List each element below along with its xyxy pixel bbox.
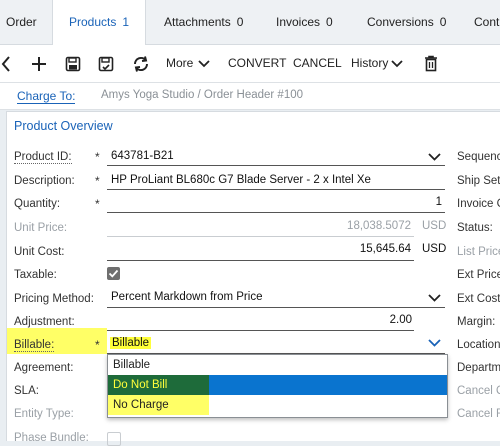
billable-value: Billable (110, 337, 152, 349)
right-label-ext-cost: Ext Cost: (457, 293, 500, 305)
right-label-cancel-quantity: Cancel Q (457, 385, 500, 397)
right-label-invoice-grouping: Invoice G (457, 198, 500, 210)
unit-cost-value: 15,645.64 (359, 243, 411, 255)
product-id-label: Product ID: (14, 151, 72, 164)
charge-to-bar: Charge To: Amys Yoga Studio / Order Head… (0, 83, 500, 110)
unit-cost-label: Unit Cost: (14, 246, 65, 258)
required-mark: * (95, 338, 100, 352)
phase-bundle-label: Phase Bundle: (14, 432, 89, 444)
billable-dropdown: Billable Do Not Bill No Charge (107, 354, 448, 418)
tab-label: Order (6, 15, 37, 29)
pricing-method-label: Pricing Method: (14, 293, 94, 305)
tab-invoices[interactable]: Invoices 0 (276, 0, 333, 44)
tab-contacts[interactable]: Cont (474, 0, 499, 44)
tab-products[interactable]: Products 1 (52, 0, 146, 45)
right-label-margin: Margin: (457, 316, 496, 328)
checkmark-icon (108, 269, 119, 278)
section-title: Product Overview (14, 119, 113, 133)
convert-label: CONVERT (228, 56, 287, 70)
adjustment-value: 2.00 (389, 314, 412, 326)
chevron-down-icon[interactable] (428, 339, 441, 347)
option-label: No Charge (113, 399, 169, 411)
more-label: More (166, 56, 194, 70)
entity-type-label: Entity Type: (14, 408, 74, 420)
toolbar: More CONVERT CANCEL History (0, 45, 500, 83)
quantity-label: Quantity: (14, 198, 61, 210)
chevron-down-icon (198, 60, 210, 68)
plus-icon (32, 57, 46, 71)
tab-conversions[interactable]: Conversions 0 (367, 0, 446, 44)
billable-option-billable[interactable]: Billable (108, 355, 447, 375)
phase-bundle-checkbox (107, 432, 121, 446)
cancel-label: CANCEL (293, 56, 342, 70)
quantity-field[interactable] (107, 194, 445, 213)
tab-order[interactable]: Order (6, 0, 37, 44)
right-label-cancel-reason: Cancel R (457, 408, 500, 420)
chevron-down-icon (391, 60, 403, 68)
tab-label: Conversions (367, 15, 434, 29)
chevron-down-icon[interactable] (428, 153, 441, 161)
right-label-department: Departm (457, 362, 500, 374)
sla-label: SLA: (14, 385, 39, 397)
option-label: Do Not Bill (113, 379, 168, 391)
adjustment-label: Adjustment: (14, 316, 75, 328)
cancel-button[interactable]: CANCEL (293, 45, 342, 82)
more-menu-button[interactable]: More (166, 45, 212, 82)
charge-to-link[interactable]: Charge To: (17, 89, 76, 104)
right-label-ship-set: Ship Set: (457, 175, 500, 187)
pricing-method-value: Percent Markdown from Price (111, 291, 263, 303)
unit-price-label: Unit Price: (14, 222, 68, 234)
history-menu-button[interactable]: History (351, 45, 403, 82)
right-label-location: Location (457, 339, 500, 351)
chevron-down-icon[interactable] (428, 294, 441, 302)
billable-label: Billable: (14, 339, 55, 352)
trash-icon (425, 55, 437, 72)
tab-count: 1 (122, 15, 130, 29)
required-mark: * (95, 197, 100, 211)
adjustment-field[interactable] (107, 312, 414, 331)
required-mark: * (95, 150, 100, 164)
taxable-label: Taxable: (14, 269, 57, 281)
tab-count: 0 (439, 15, 447, 29)
billable-option-do-not-bill[interactable]: Do Not Bill (108, 375, 447, 395)
tab-count: 0 (236, 15, 244, 29)
unit-cost-currency: USD (422, 243, 447, 255)
right-label-sequence: Sequenc (457, 151, 500, 163)
billable-select[interactable] (107, 335, 445, 354)
right-label-list-price: List Price (457, 246, 500, 258)
tab-label: Cont (474, 15, 500, 29)
refresh-button[interactable] (131, 45, 151, 82)
save-button[interactable] (64, 45, 82, 82)
save-icon (65, 56, 81, 72)
chevron-left-icon (1, 56, 10, 72)
agreement-label: Agreement: (14, 362, 74, 374)
save-and-close-button[interactable] (97, 45, 115, 82)
tab-bar: Order Products 1 Attachments 0 Invoices 0 C… (0, 0, 500, 45)
save-close-icon (98, 56, 114, 72)
required-mark: * (95, 174, 100, 188)
refresh-icon (133, 56, 149, 72)
tab-label: Invoices (276, 15, 321, 29)
description-label: Description: (14, 175, 75, 187)
tab-count: 0 (326, 15, 333, 29)
unit-price-currency: USD (422, 220, 447, 232)
taxable-checkbox[interactable] (107, 267, 120, 280)
tab-attachments[interactable]: Attachments 0 (164, 0, 243, 44)
back-button[interactable] (0, 45, 14, 82)
history-label: History (351, 56, 389, 70)
delete-button[interactable] (423, 45, 439, 82)
option-label: Billable (113, 359, 151, 371)
convert-button[interactable]: CONVERT (228, 45, 286, 82)
charge-to-value: Amys Yoga Studio / Order Header #100 (101, 89, 304, 101)
tab-label: Products (68, 15, 117, 29)
quantity-value: 1 (435, 196, 442, 208)
unit-price-value: 18,038.5072 (347, 220, 411, 232)
product-id-value: 643781-B21 (111, 150, 174, 162)
right-label-ext-price: Ext Price (457, 269, 500, 281)
right-label-status: Status: (457, 222, 493, 234)
tab-label: Attachments (164, 15, 231, 29)
description-value: HP ProLiant BL680c G7 Blade Server - 2 x… (111, 174, 371, 186)
add-button[interactable] (30, 45, 48, 82)
billable-option-no-charge[interactable]: No Charge (108, 395, 447, 415)
